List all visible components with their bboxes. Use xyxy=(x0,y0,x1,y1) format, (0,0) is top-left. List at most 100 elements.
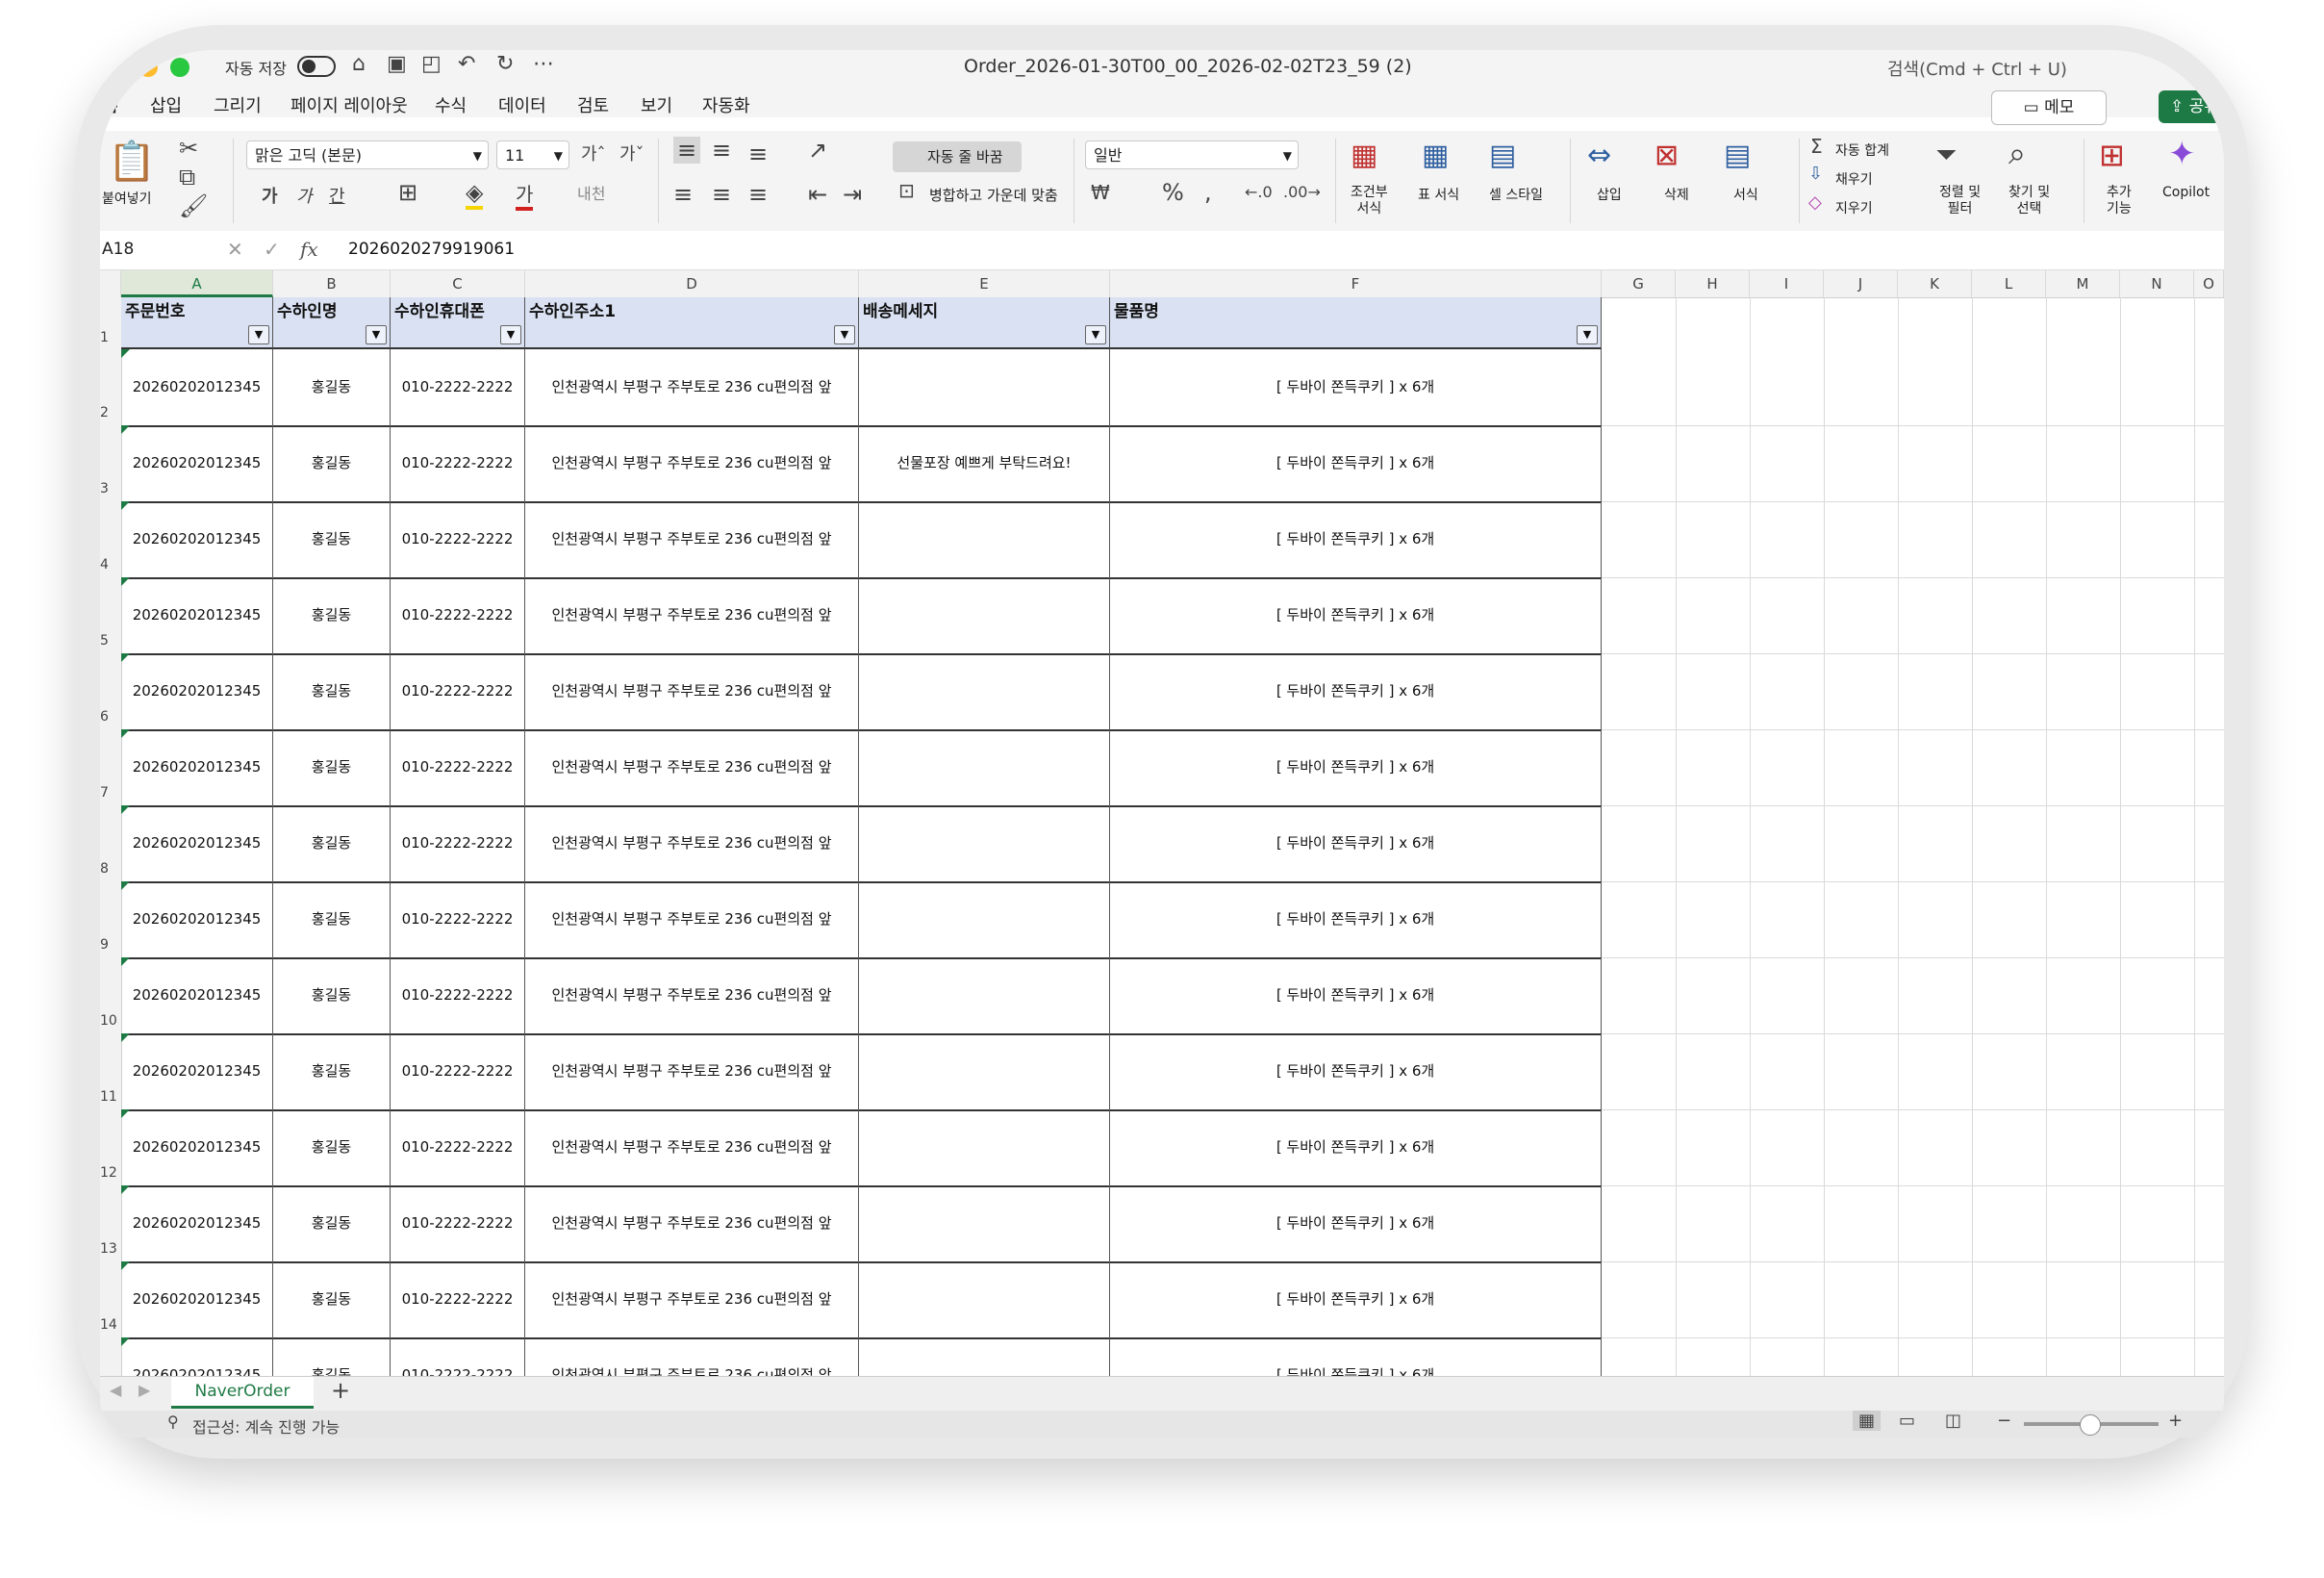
fill-color-icon[interactable]: ◈ xyxy=(466,179,484,210)
message-cell[interactable] xyxy=(859,881,1110,957)
header-cell-item[interactable]: 물품명 ▼ xyxy=(1110,297,1602,349)
zoom-window-button[interactable] xyxy=(170,58,189,77)
item-cell[interactable]: [ 두바이 쫀득쿠키 ] x 6개 xyxy=(1110,653,1602,729)
sort-filter-icon[interactable]: ⏷ xyxy=(1935,139,1957,171)
row-header[interactable]: 7 xyxy=(100,785,121,801)
zoom-slider-thumb[interactable] xyxy=(2080,1414,2101,1436)
recipient-cell[interactable]: 홍길동 xyxy=(273,1033,391,1109)
order-no-cell[interactable]: 20260202012345 xyxy=(121,577,273,653)
recipient-cell[interactable]: 홍길동 xyxy=(273,881,391,957)
tab-draw[interactable]: 그리기 xyxy=(214,92,262,117)
autosum-icon[interactable]: Σ xyxy=(1810,135,1823,158)
find-select-icon[interactable]: ⌕ xyxy=(2008,135,2026,172)
row-header[interactable]: 3 xyxy=(100,481,121,496)
more-icon[interactable]: ⋯ xyxy=(533,52,554,76)
address-cell[interactable]: 인천광역시 부평구 주부토로 236 cu편의점 앞 xyxy=(525,805,859,881)
confirm-icon[interactable]: ✓ xyxy=(264,235,280,264)
autosave-toggle[interactable] xyxy=(297,56,336,77)
phonetic-icon[interactable]: 내천 xyxy=(577,181,605,204)
phone-cell[interactable]: 010-2222-2222 xyxy=(391,349,525,425)
address-cell[interactable]: 인천광역시 부평구 주부토로 236 cu편의점 앞 xyxy=(525,1033,859,1109)
phone-cell[interactable]: 010-2222-2222 xyxy=(391,957,525,1033)
accessibility-status[interactable]: 접근성: 계속 진행 가능 xyxy=(192,1414,340,1438)
autosum-button[interactable]: 자동 합계 xyxy=(1835,140,1889,160)
row-header[interactable]: 2 xyxy=(100,405,121,420)
page-break-view-icon[interactable]: ◫ xyxy=(1945,1411,1961,1431)
document-title[interactable]: Order_2026-01-30T00_00_2026-02-02T23_59 … xyxy=(964,56,1412,77)
phone-cell[interactable]: 010-2222-2222 xyxy=(391,577,525,653)
phone-cell[interactable]: 010-2222-2222 xyxy=(391,425,525,501)
search-box[interactable]: 검색(Cmd + Ctrl + U) xyxy=(1887,56,2067,81)
phone-cell[interactable]: 010-2222-2222 xyxy=(391,881,525,957)
recipient-cell[interactable]: 홍길동 xyxy=(273,1261,391,1337)
address-cell[interactable]: 인천광역시 부평구 주부토로 236 cu편의점 앞 xyxy=(525,349,859,425)
message-cell[interactable] xyxy=(859,349,1110,425)
row-header[interactable]: 10 xyxy=(100,1013,121,1029)
clear-icon[interactable]: ◇ xyxy=(1808,192,1822,213)
filter-dropdown-icon[interactable]: ▼ xyxy=(1577,325,1598,344)
clear-button[interactable]: 지우기 xyxy=(1835,198,1873,217)
filter-dropdown-icon[interactable]: ▼ xyxy=(366,325,387,344)
row-header[interactable]: 9 xyxy=(100,937,121,953)
message-cell[interactable] xyxy=(859,1109,1110,1185)
share-button[interactable]: ⇪ 공유 xyxy=(2159,90,2224,123)
order-no-cell[interactable]: 20260202012345 xyxy=(121,805,273,881)
number-format-select[interactable]: 일반 ▼ xyxy=(1085,140,1299,169)
accessibility-icon[interactable]: ⚲ xyxy=(167,1413,179,1431)
item-cell[interactable]: [ 두바이 쫀득쿠키 ] x 6개 xyxy=(1110,881,1602,957)
column-header-b[interactable]: B xyxy=(273,270,391,297)
close-window-button[interactable] xyxy=(100,58,117,77)
order-no-cell[interactable]: 20260202012345 xyxy=(121,881,273,957)
row-header[interactable]: 8 xyxy=(100,861,121,877)
insert-function-icon[interactable]: fx xyxy=(300,235,318,264)
save-icon[interactable]: ▣ xyxy=(387,52,407,76)
align-bottom-icon[interactable]: ≡ xyxy=(748,140,768,167)
phone-cell[interactable]: 010-2222-2222 xyxy=(391,501,525,577)
increase-decimal-icon[interactable]: ←.0 xyxy=(1245,183,1273,201)
message-cell[interactable] xyxy=(859,805,1110,881)
phone-cell[interactable]: 010-2222-2222 xyxy=(391,1261,525,1337)
recipient-cell[interactable]: 홍길동 xyxy=(273,425,391,501)
message-cell[interactable] xyxy=(859,1261,1110,1337)
order-no-cell[interactable]: 20260202012345 xyxy=(121,425,273,501)
tab-home[interactable]: 홈 xyxy=(102,92,118,117)
order-no-cell[interactable]: 20260202012345 xyxy=(121,501,273,577)
address-cell[interactable]: 인천광역시 부평구 주부토로 236 cu편의점 앞 xyxy=(525,425,859,501)
column-header-e[interactable]: E xyxy=(859,270,1110,297)
recipient-cell[interactable]: 홍길동 xyxy=(273,805,391,881)
cancel-icon[interactable]: ✕ xyxy=(227,235,243,264)
percent-icon[interactable]: % xyxy=(1162,179,1184,206)
address-cell[interactable]: 인천광역시 부평구 주부토로 236 cu편의점 앞 xyxy=(525,653,859,729)
recipient-cell[interactable]: 홍길동 xyxy=(273,1185,391,1261)
tab-automate[interactable]: 자동화 xyxy=(702,92,750,117)
select-all-corner[interactable] xyxy=(100,270,121,297)
memo-button[interactable]: ▭ 메모 xyxy=(1991,90,2107,125)
order-no-cell[interactable]: 20260202012345 xyxy=(121,729,273,805)
column-header-n[interactable]: N xyxy=(2120,270,2194,297)
message-cell[interactable] xyxy=(859,729,1110,805)
recipient-cell[interactable]: 홍길동 xyxy=(273,957,391,1033)
delete-cells-icon[interactable]: ⊠ xyxy=(1655,139,1679,172)
address-cell[interactable]: 인천광역시 부평구 주부토로 236 cu편의점 앞 xyxy=(525,881,859,957)
phone-cell[interactable]: 010-2222-2222 xyxy=(391,1185,525,1261)
message-cell[interactable] xyxy=(859,653,1110,729)
zoom-in-button[interactable]: + xyxy=(2168,1411,2183,1431)
row-header[interactable]: 12 xyxy=(100,1165,121,1181)
item-cell[interactable]: [ 두바이 쫀득쿠키 ] x 6개 xyxy=(1110,425,1602,501)
underline-button[interactable]: 간 xyxy=(329,183,345,208)
message-cell[interactable] xyxy=(859,957,1110,1033)
tab-insert[interactable]: 삽입 xyxy=(150,92,182,117)
recipient-cell[interactable]: 홍길동 xyxy=(273,349,391,425)
row-header[interactable]: 5 xyxy=(100,633,121,649)
orientation-icon[interactable]: ↗ xyxy=(808,137,827,164)
recipient-cell[interactable]: 홍길동 xyxy=(273,577,391,653)
order-no-cell[interactable]: 20260202012345 xyxy=(121,957,273,1033)
column-header-k[interactable]: K xyxy=(1898,270,1972,297)
tab-view[interactable]: 보기 xyxy=(641,92,672,117)
header-cell-message[interactable]: 배송메세지 ▼ xyxy=(859,297,1110,349)
order-no-cell[interactable]: 20260202012345 xyxy=(121,1185,273,1261)
phone-cell[interactable]: 010-2222-2222 xyxy=(391,1109,525,1185)
recipient-cell[interactable]: 홍길동 xyxy=(273,1109,391,1185)
sheet-tab-naverorder[interactable]: NaverOrder xyxy=(171,1377,314,1409)
copilot-icon[interactable]: ✦ xyxy=(2168,135,2196,173)
